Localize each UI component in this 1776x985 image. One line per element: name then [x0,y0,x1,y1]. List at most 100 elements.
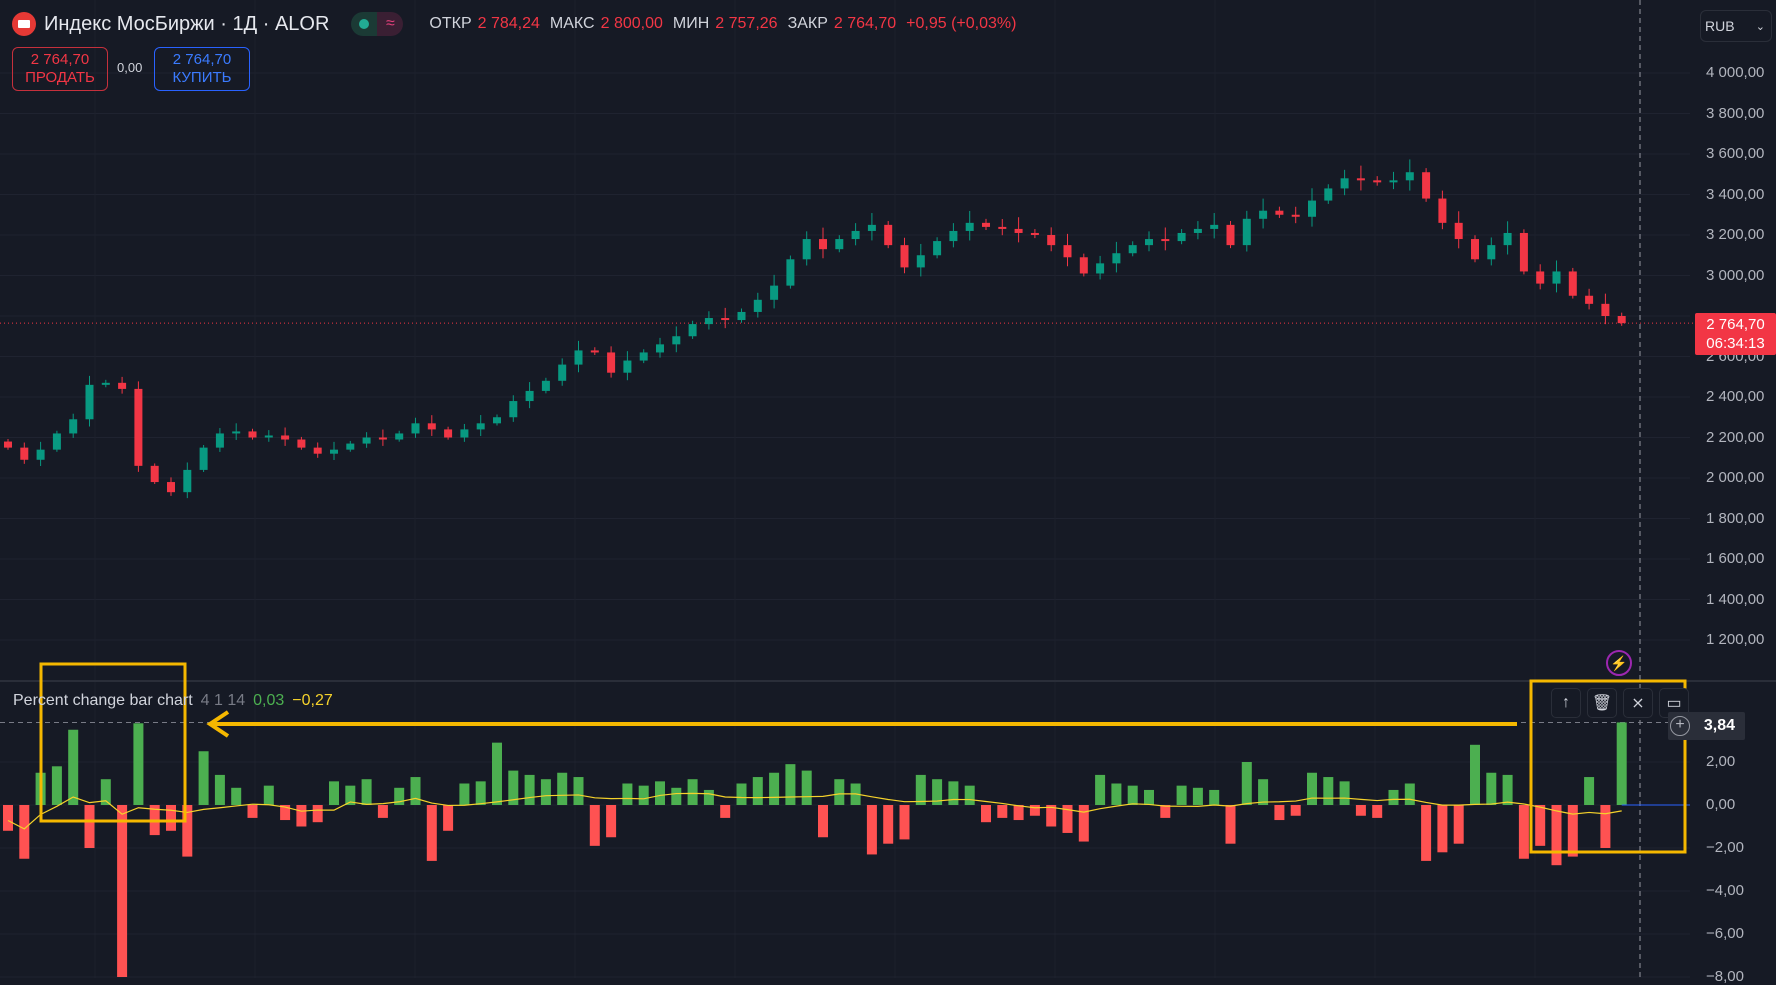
candle [1308,200,1316,217]
candle [460,429,469,438]
percent-change-bar [1013,805,1024,821]
annotation-box-left [39,662,187,823]
percent-change-bar [166,805,176,831]
candle [330,449,338,454]
candle [232,431,241,434]
candle [1275,210,1284,215]
percent-change-bar [1453,805,1464,844]
open-value: 2 784,24 [477,15,540,32]
percent-change-bar [573,777,584,805]
candle [867,224,876,231]
percent-change-bar [1470,744,1480,805]
candle [1601,303,1610,316]
candle [802,239,811,260]
candle [1405,172,1414,181]
buy-button[interactable]: 2 764,70 КУПИТЬ [154,47,250,91]
candle [1438,198,1447,223]
maximize-icon: ▭ [1666,695,1682,712]
candle [933,241,942,256]
close-value: 2 764,70 [833,15,897,32]
chevron-down-icon: ⌄ [1755,20,1765,33]
candle [4,441,12,448]
percent-change-bar [1339,781,1350,805]
percent-change-bar [1127,785,1138,805]
price-axis-tick: 4 000,00 [1706,64,1765,81]
percent-change-bar [1095,774,1106,805]
candle [134,388,143,466]
symbol-title[interactable]: Индекс МосБиржи · 1Д · ALOR [44,13,329,36]
percent-change-bar [834,779,845,805]
percent-change-bar [866,805,877,855]
candle [590,350,599,353]
candle [1161,239,1170,242]
moex-logo-icon [12,12,36,36]
add-plus-icon[interactable]: + [1670,716,1690,736]
currency-select[interactable]: RUB ⌄ [1700,10,1772,42]
percent-change-bar [1290,805,1301,816]
percent-change-bar [312,805,323,823]
percent-change-bar [1616,722,1627,805]
percent-change-bar [1209,789,1220,805]
price-axis-tick: 3 400,00 [1706,185,1765,203]
currency-value: RUB [1705,18,1735,34]
move-pane-up-button[interactable]: ↑ [1551,688,1581,718]
percent-change-bar [1584,777,1595,805]
percent-change-bar [769,772,780,805]
percent-change-bar [703,789,714,805]
indicator-axis-tick: 0,00 [1706,796,1736,813]
price-axis-tick: 1 200,00 [1706,631,1765,648]
percent-change-bar [1372,805,1383,818]
candle [444,429,453,438]
price-axis-tick: 2 000,00 [1706,469,1765,486]
indicator-params: 4 1 14 [200,692,246,709]
percent-change-bar [915,774,926,805]
percent-change-bar [981,805,991,823]
indicator-value-2: −0,27 [292,692,333,709]
candle [346,443,355,450]
live-dot-icon [351,12,378,36]
candle [167,482,175,493]
collapse-pane-button[interactable]: ⨯ [1623,688,1653,718]
percent-change-bar [883,805,894,844]
percent-change-bar [1437,805,1448,853]
delayed-wave-icon: ≈ [377,12,404,36]
candle [884,224,893,246]
percent-change-bar [964,785,975,805]
percent-change-bar [1258,779,1269,805]
indicator-value-1: 0,03 [253,692,285,709]
percent-change-bar [1486,772,1497,805]
percent-change-bar [1502,774,1513,805]
percent-change-bar [801,770,812,805]
percent-change-bar [540,779,551,805]
chart-canvas[interactable] [0,0,1776,978]
percent-change-bar [899,805,910,840]
candle [1145,239,1153,246]
candle [525,390,534,402]
price-axis-tick: 2 200,00 [1706,428,1765,446]
market-status[interactable]: ≈ [351,12,404,36]
percent-change-bar [1144,789,1154,805]
percent-change-bar [377,805,388,818]
percent-change-bar [492,742,502,805]
candle [395,433,404,440]
candle [704,318,713,325]
percent-change-bar [247,805,258,818]
candle [541,380,550,391]
sell-price: 2 764,70 [30,51,90,68]
percent-change-bar [263,785,274,805]
indicator-axis-tick: −6,00 [1706,925,1744,942]
close-label: ЗАКР [787,15,828,32]
candle [1193,228,1202,233]
price-axis-tick: 1 800,00 [1706,509,1765,527]
percent-change-bar [1192,787,1203,805]
indicator-legend[interactable]: Percent change bar chart 4 1 14 0,03 −0,… [13,692,333,710]
candle [851,230,860,240]
percent-change-bar [68,729,79,805]
percent-change-bar [818,805,828,838]
candle [1259,210,1268,219]
candle [1226,224,1235,246]
lightning-icon[interactable]: ⚡ [1606,650,1632,676]
percent-change-bar [948,781,959,805]
delete-pane-button[interactable]: 🗑 [1587,688,1617,718]
sell-button[interactable]: 2 764,70 ПРОДАТЬ [12,47,108,91]
